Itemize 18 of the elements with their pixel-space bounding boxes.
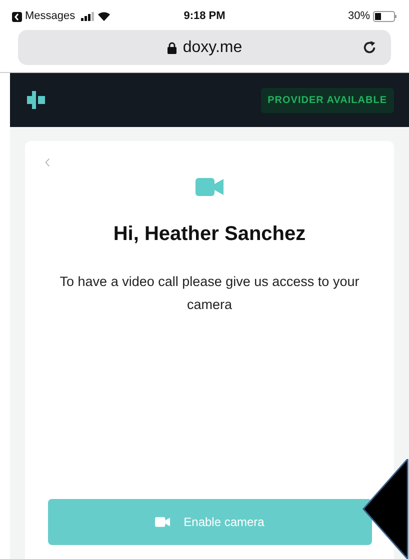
lock-icon	[166, 42, 177, 54]
camera-icon	[154, 517, 170, 527]
provider-status-badge: PROVIDER AVAILABLE	[260, 88, 394, 112]
reload-icon[interactable]	[362, 40, 377, 55]
back-icon[interactable]	[12, 12, 22, 22]
camera-access-message: To have a video call please give us access to your camera	[58, 273, 360, 314]
logo-icon[interactable]	[25, 89, 47, 111]
battery-percent: 30%	[348, 9, 370, 24]
pointer-arrow-icon	[362, 459, 409, 559]
greeting-title: Hi, Heather Sanchez	[113, 222, 306, 247]
battery-icon	[373, 11, 397, 22]
back-app-label[interactable]: Messages	[25, 8, 76, 25]
signal-icon	[81, 12, 96, 21]
address-bar[interactable]: doxy.me	[18, 30, 391, 65]
video-camera-icon	[195, 178, 224, 196]
clock: 9:18 PM	[182, 9, 226, 24]
url-text: doxy.me	[182, 38, 242, 58]
wifi-icon	[98, 12, 110, 21]
